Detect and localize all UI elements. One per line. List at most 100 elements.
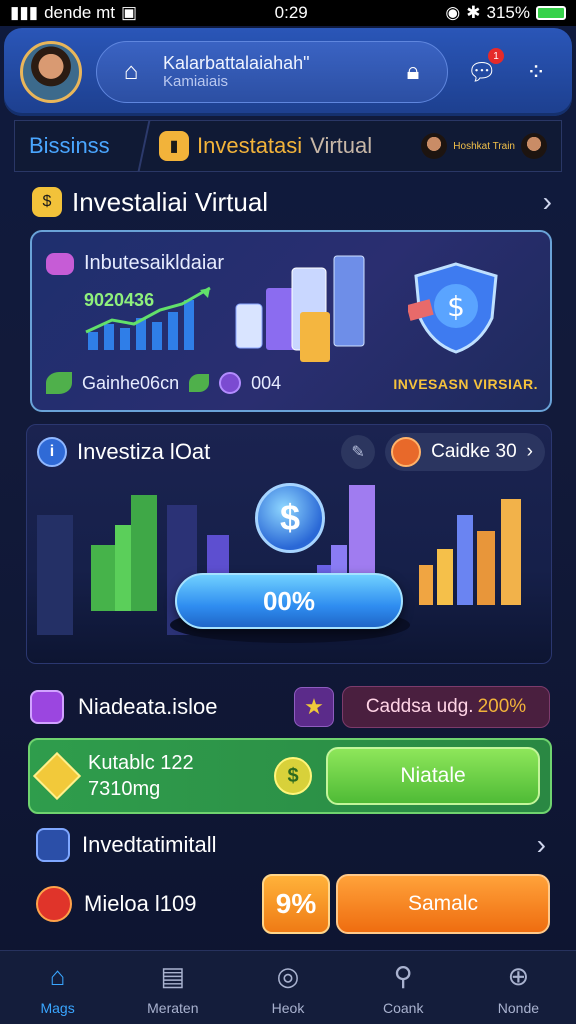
credit-pct: 200% [477,696,527,717]
edit-icon[interactable]: ✎ [341,435,376,469]
status-left: ▮▮▮ dende mt ▣ [10,3,137,23]
status-time: 0:29 [274,3,308,22]
document-icon: ▤ [160,961,186,991]
compass-icon: ◎ [276,961,300,991]
home-icon: ⌂ [49,961,66,991]
signal-icon: ▮▮▮ [10,3,39,22]
chevron-right-icon: › [526,441,533,462]
percent-button[interactable]: 9% [262,874,330,934]
tab-business[interactable]: Bissinss [9,121,151,171]
home-icon[interactable]: ⌂ [111,52,151,92]
more-menu-button[interactable]: ⁘ [516,52,556,92]
shield-dollar-icon: $ [408,262,498,354]
sample-button[interactable]: Samalc [336,874,550,934]
carrier-text: dende mt [44,3,115,22]
card1-header: Inbutesaikldaiar [46,252,224,275]
red-coin-icon [36,886,72,922]
nav-item-document[interactable]: ▤ Meraten [115,951,230,1024]
people-mini-text: Hoshkat Train [453,140,515,152]
investment-summary-card[interactable]: Inbutesaikldaiar 9020436 $ Gainhe06cn 00… [30,230,552,412]
nav-item-search[interactable]: ⚲ Coank [346,951,461,1024]
chevron-right-icon[interactable]: › [543,186,552,218]
card1-bottom-value: 004 [251,372,282,393]
person-avatar [421,133,448,159]
folder-icon: ▮ [159,131,189,161]
row-investment-all[interactable]: Invedtatimitall › [36,824,546,866]
target-icon: ⊕ [507,961,530,991]
svg-text:$: $ [447,290,465,323]
card1-bottom-row: Gainhe06cn 004 [46,372,281,394]
tab-virtual-label: Virtual [310,133,373,158]
status-bar: ▮▮▮ dende mt ▣ 0:29 ◉ ✱ 315% [0,0,576,26]
card2-tools: ✎ Caidke 30 › [341,433,545,471]
card2-pill-label: Caidke 30 [431,441,517,462]
status-right: ◉ ✱ 315% [445,3,566,23]
reward-line-2: 7310mg [88,778,161,800]
search-bar[interactable]: ⌂ Kalarbattalaiahah" Kamiaiais 🔒︎ [96,41,448,103]
bottom-nav: ⌂ Mags ▤ Meraten ◎ Heok ⚲ Coank ⊕ Nonde [0,950,576,1024]
reward-button[interactable]: Niatale [326,747,540,805]
search-icon: ⚲ [393,961,413,991]
reward-card: Kutablc 122 7310mg $ Niatale [28,738,552,814]
battery-icon [535,6,566,20]
lock-icon[interactable]: 🔒︎ [393,52,433,92]
app-screen: ▮▮▮ dende mt ▣ 0:29 ◉ ✱ 315% ⌂ Kalarbatt… [0,0,576,1024]
info-icon[interactable]: i [37,437,67,467]
card2-pill[interactable]: Caidke 30 › [385,433,545,471]
investment-progress-card: i Investiza lOat ✎ Caidke 30 › $ 00% [26,424,552,664]
dollar-coin-icon: $ [255,483,325,553]
nav-item-compass[interactable]: ◎ Heok [230,951,345,1024]
tab-business-label: Bissinss [29,133,110,158]
section-header[interactable]: $ Investaliai Virtual › [32,182,552,222]
app-header: ⌂ Kalarbattalaiahah" Kamiaiais 🔒︎ 💬︎ 1 ⁘ [4,28,572,116]
card1-bottom-label: Gainhe06cn [82,372,180,393]
wifi-icon: ◉ [445,3,461,22]
purple-box-icon [30,690,64,724]
chevron-right-icon: › [536,829,546,860]
leaf-small-icon [189,374,210,392]
card2-title: Investiza lOat [77,439,211,464]
row-mieloa: Mieloa l109 9% Samalc [36,872,550,936]
avatar[interactable] [20,41,82,103]
growth-chart-icon [85,286,211,350]
battery-text: 315% [486,3,530,22]
star-icon[interactable]: ★ [294,687,334,727]
credit-pill[interactable]: Caddsa udg. 200% [342,686,550,728]
section-title: Investaliai Virtual [72,186,269,217]
chat-button[interactable]: 💬︎ 1 [462,48,504,92]
card1-brand: INVESASN VIRSIAR. [393,376,538,392]
row-niadeata: Niadeata.isloe ★ Caddsa udg. 200% [30,684,550,730]
card1-title: Inbutesaikldaiar [84,252,225,274]
progress-button[interactable]: 00% [175,573,403,629]
devices-illustration-icon [235,255,365,362]
nav-label: Heok [271,999,305,1016]
grid-dots-icon: ⁘ [525,58,547,86]
people-group: Hoshkat Train [421,133,547,159]
dollar-coin-icon: $ [274,757,312,795]
diamond-icon [32,751,82,801]
search-text: Kalarbattalaiahah" Kamiaiais [163,52,310,90]
nav-item-home[interactable]: ⌂ Mags [0,951,115,1024]
person-avatar [521,133,547,159]
nav-label: Mags [40,999,75,1016]
bluetooth-icon: ✱ [466,3,481,22]
tab-investasi-label: Investatasi [197,133,303,158]
coin-icon [219,372,242,394]
leaf-icon [46,372,72,394]
credit-label: Caddsa udg. [365,696,474,717]
nav-label: Nonde [497,999,540,1016]
search-line-1: Kalarbattalaiahah" [163,52,310,73]
row6-label: Mieloa l109 [84,891,197,916]
image-icon: ▣ [120,3,138,22]
tab-people[interactable]: Hoshkat Train [407,121,561,171]
nav-label: Coank [382,999,424,1016]
top-tabs: Bissinss ▮ Investatasi Virtual Hoshkat T… [9,120,562,172]
nav-item-target[interactable]: ⊕ Nonde [461,951,576,1024]
orange-coin-icon [391,437,422,467]
notification-badge: 1 [488,48,504,64]
reward-line-1: Kutablc 122 [88,752,194,774]
coin-badge-icon: $ [32,187,62,217]
blue-box-icon [36,828,70,862]
nav-label: Meraten [147,999,199,1016]
tab-investasi[interactable]: ▮ Investatasi Virtual [145,121,407,171]
